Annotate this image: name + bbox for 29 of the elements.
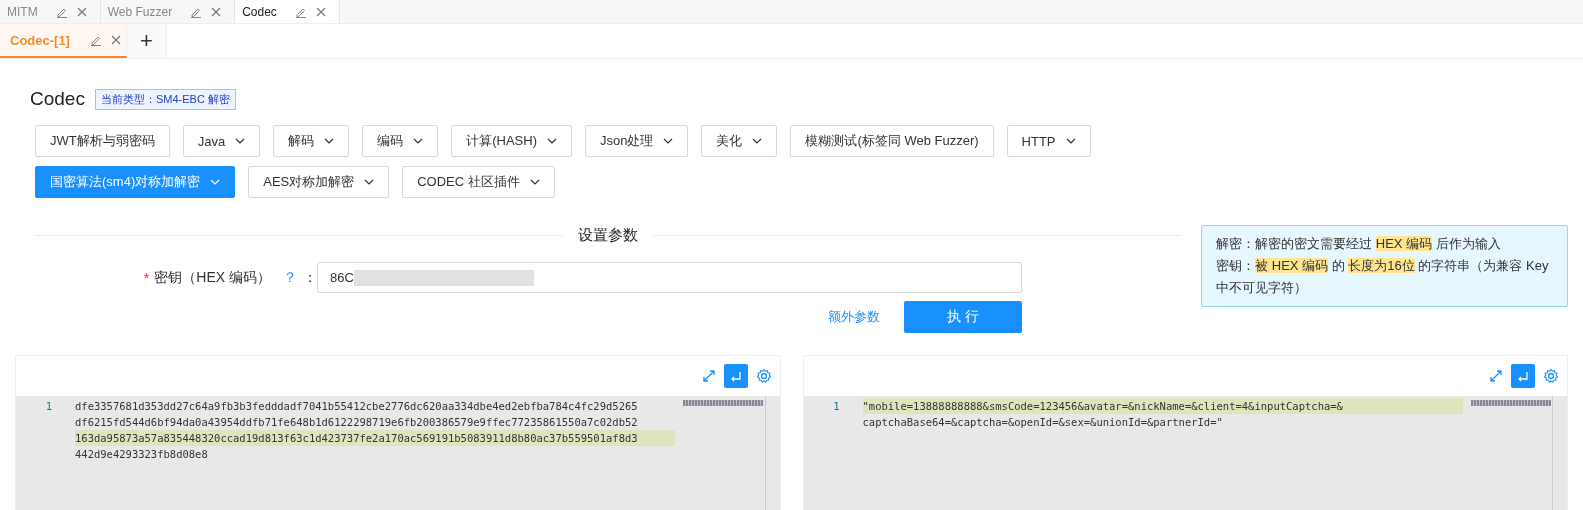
field-label: 密钥（HEX 编码） [154, 268, 271, 287]
code-line: captchaBase64=&captcha=&openId=&sex=&unionId=&partnerId=" [862, 415, 1224, 430]
tool-button[interactable]: CODEC 社区插件 [402, 166, 555, 198]
tool-button[interactable]: 计算(HASH) [451, 125, 572, 157]
code-editor[interactable]: 1 "mobile=13888888888&smsCode=123456&avatar=&nickName=&client=4&inputCaptcha=& captchaBase64=&captcha=&openId=&sex=&unionId=&partnerId=" [802, 355, 1568, 510]
required-mark: * [143, 269, 150, 286]
tool-button[interactable]: 模糊测试(标签同 Web Fuzzer) [790, 125, 994, 157]
line-number: 1 [832, 399, 840, 414]
tool-button[interactable]: 编码 [362, 125, 439, 157]
line-number: 1 [44, 399, 52, 414]
tip-text: 解密：解密的密文需要经过 HEX 编码 后作为输入 [1216, 235, 1502, 253]
tool-button[interactable]: Json处理 [584, 125, 689, 157]
type-tag: 当前类型：SM4-EBC 解密 [94, 88, 236, 110]
colon: ： [303, 268, 317, 287]
tip-text: 密钥：被 HEX 编码 的 长度为16位 的字符串（为兼容 Key 中不可见字符） [1216, 257, 1550, 297]
section-title: 设置参数 [578, 226, 639, 245]
tool-button[interactable]: 美化 [701, 125, 778, 157]
key-input-field[interactable]: 86C [317, 262, 1022, 293]
code-line: 442d9e4293323fb8d08e8 [75, 447, 209, 462]
tool-button[interactable]: AES对称加解密 [248, 166, 390, 198]
code-line: dfe3357681d353dd27c64a9fb3b3fedddadf7041b55412cbe2776dc620aa334dbe4ed2ebfba784c4fc29d5265 [75, 399, 639, 414]
tool-button[interactable]: Java [182, 125, 261, 157]
code-line: df6215fd544d6bf94da0a43954ddfb71fe648b1d6122298719e6fb200386579e9ffec77235861550a7c02db52 [75, 415, 639, 430]
add-tab-button[interactable]: + [127, 24, 167, 58]
page-title: Codec [30, 88, 85, 110]
tool-button[interactable]: 解码 [273, 125, 350, 157]
tab[interactable]: Codec [235, 0, 340, 23]
tool-button[interactable]: JWT解析与弱密码 [35, 125, 170, 157]
tool-button[interactable]: HTTP [1006, 125, 1091, 157]
